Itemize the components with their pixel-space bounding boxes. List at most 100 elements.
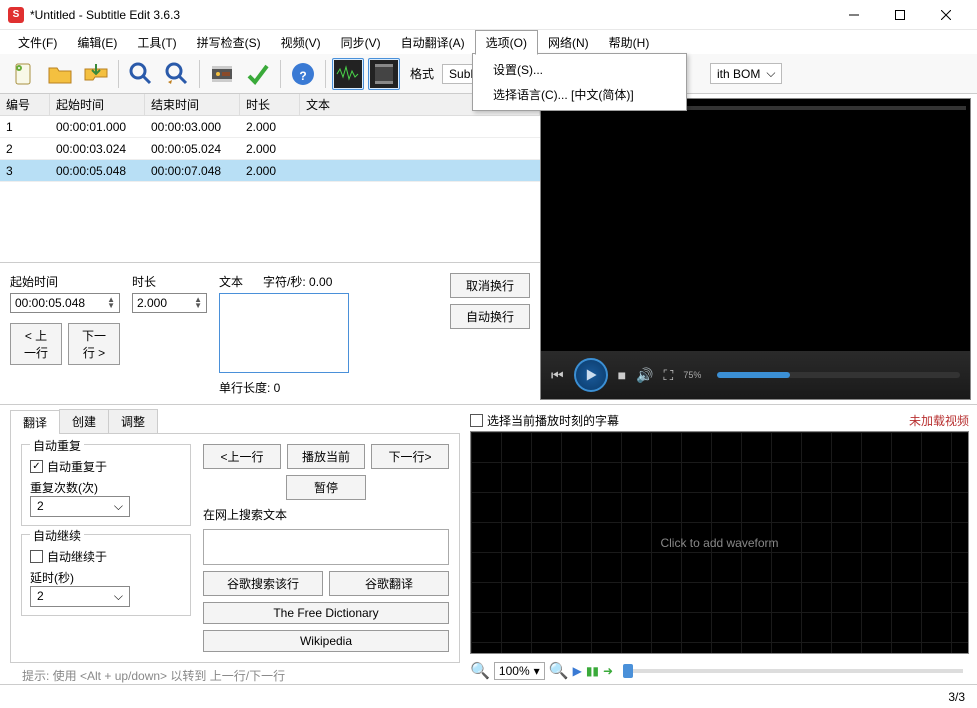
find-button[interactable] [125,58,157,90]
tab-translate[interactable]: 翻译 [10,410,60,434]
status-count: 3/3 [948,690,965,704]
menu-network[interactable]: 网络(N) [538,31,599,54]
wikipedia-button[interactable]: Wikipedia [203,630,449,652]
menu-tools[interactable]: 工具(T) [127,31,186,54]
col-duration[interactable]: 时长 [240,94,300,115]
encoding-select[interactable]: ith BOM ⌵ [710,63,782,84]
checkbox-icon: ✓ [30,460,43,473]
subtitle-grid-header: 编号 起始时间 结束时间 时长 文本 [0,94,540,116]
google-search-button[interactable]: 谷歌搜索该行 [203,571,323,596]
menu-video[interactable]: 视频(V) [271,31,331,54]
col-start[interactable]: 起始时间 [50,94,145,115]
google-translate-button[interactable]: 谷歌翻译 [329,571,449,596]
auto-repeat-legend: 自动重复 [30,437,84,454]
save-file-button[interactable] [80,58,112,90]
toolbar-separator [199,60,200,88]
window-title: *Untitled - Subtitle Edit 3.6.3 [30,8,831,22]
volume-slider[interactable] [717,372,960,378]
menu-help[interactable]: 帮助(H) [599,31,660,54]
help-button[interactable]: ? [287,58,319,90]
spellcheck-button[interactable] [242,58,274,90]
start-time-spinner[interactable]: 00:00:05.048 ▲▼ [10,293,120,313]
table-row[interactable]: 1 00:00:01.000 00:00:03.000 2.000 [0,116,540,138]
chevron-down-icon: ⌵ [766,66,775,81]
auto-continue-checkbox[interactable]: 自动继续于 [30,548,182,565]
checkbox-icon [30,550,43,563]
close-button[interactable] [923,0,969,30]
menu-autotranslate[interactable]: 自动翻译(A) [391,31,475,54]
tab-create[interactable]: 创建 [59,409,109,433]
col-number[interactable]: 编号 [0,94,50,115]
hint-text: 提示: 使用 <Alt + up/down> 以转到 上一行/下一行 [10,663,460,688]
duration-spinner[interactable]: 2.000 ▲▼ [132,293,207,313]
play-current-button[interactable]: 播放当前 [287,444,365,469]
text-label: 文本 [219,273,243,290]
spinner-arrows-icon[interactable]: ▲▼ [107,297,115,309]
next-line-button[interactable]: 下一行 > [68,323,120,365]
waveform-button[interactable] [332,58,364,90]
video-button[interactable] [368,58,400,90]
new-file-button[interactable] [8,58,40,90]
toolbar-separator [325,60,326,88]
svg-text:?: ? [299,69,306,83]
menu-file[interactable]: 文件(F) [8,31,67,54]
subtitle-grid[interactable]: 1 00:00:01.000 00:00:03.000 2.000 2 00:0… [0,116,540,258]
minimize-button[interactable] [831,0,877,30]
toolbar-separator [280,60,281,88]
menu-choose-language[interactable]: 选择语言(C)... [中文(简体)] [473,82,686,107]
subtitle-text-input[interactable] [219,293,349,373]
stop-icon[interactable]: ■ [618,367,626,383]
format-label: 格式 [410,65,434,82]
encoding-value: ith BOM [717,67,760,81]
menu-spellcheck[interactable]: 拼写检查(S) [187,31,271,54]
select-current-label: 选择当前播放时刻的字幕 [487,412,619,429]
prev-track-icon[interactable]: ⏮ [551,367,564,384]
cancel-wrap-button[interactable]: 取消换行 [450,273,530,298]
next-button[interactable]: 下一行> [371,444,449,469]
web-search-input[interactable] [203,529,449,565]
menu-options[interactable]: 选项(O) [475,30,538,55]
prev-button[interactable]: <上一行 [203,444,281,469]
open-file-button[interactable] [44,58,76,90]
select-current-checkbox[interactable] [470,414,483,427]
waveform-area[interactable]: Click to add waveform [470,431,969,654]
menubar: 文件(F) 编辑(E) 工具(T) 拼写检查(S) 视频(V) 同步(V) 自动… [0,30,977,54]
zoom-out-icon[interactable]: 🔍 [470,661,490,681]
insert-icon[interactable]: ▮▮ [586,664,599,678]
play-button[interactable] [574,358,608,392]
video-player[interactable]: ⏮ ■ 🔊 ⛶ 75% [540,98,971,400]
auto-repeat-checkbox[interactable]: ✓ 自动重复于 [30,458,182,475]
menu-edit[interactable]: 编辑(E) [67,31,127,54]
repeat-count-label: 重复次数(次) [30,479,182,496]
col-end[interactable]: 结束时间 [145,94,240,115]
repeat-count-select[interactable]: 2 ⌵ [30,496,130,517]
pause-button[interactable]: 暂停 [286,475,366,500]
tab-adjust[interactable]: 调整 [108,409,158,433]
position-slider[interactable] [623,669,963,673]
duration-label: 时长 [132,273,207,290]
line-length-label: 单行长度: 0 [219,379,438,396]
table-row[interactable]: 2 00:00:03.024 00:00:05.024 2.000 [0,138,540,160]
spinner-arrows-icon[interactable]: ▲▼ [194,297,202,309]
zoom-select[interactable]: 100% ▾ [494,662,545,680]
video-not-loaded-label: 未加载视频 [909,412,969,429]
menu-settings[interactable]: 设置(S)... [473,57,686,82]
volume-icon[interactable]: 🔊 [636,367,653,384]
play-icon[interactable]: ▶ [573,664,582,678]
maximize-button[interactable] [877,0,923,30]
zoom-in-icon[interactable]: 🔍 [549,661,569,681]
chevron-down-icon: ⌵ [114,589,123,604]
freedict-button[interactable]: The Free Dictionary [203,602,449,624]
chevron-down-icon: ⌵ [114,499,123,514]
table-row[interactable]: 3 00:00:05.048 00:00:07.048 2.000 [0,160,540,182]
replace-button[interactable] [161,58,193,90]
delay-select[interactable]: 2 ⌵ [30,586,130,607]
delay-label: 延时(秒) [30,569,182,586]
auto-wrap-button[interactable]: 自动换行 [450,304,530,329]
goto-icon[interactable]: ➜ [603,664,613,678]
menu-sync[interactable]: 同步(V) [331,31,391,54]
prev-line-button[interactable]: < 上一行 [10,323,62,365]
auto-continue-legend: 自动继续 [30,527,84,544]
visual-sync-button[interactable] [206,58,238,90]
fullscreen-icon[interactable]: ⛶ [664,367,674,384]
